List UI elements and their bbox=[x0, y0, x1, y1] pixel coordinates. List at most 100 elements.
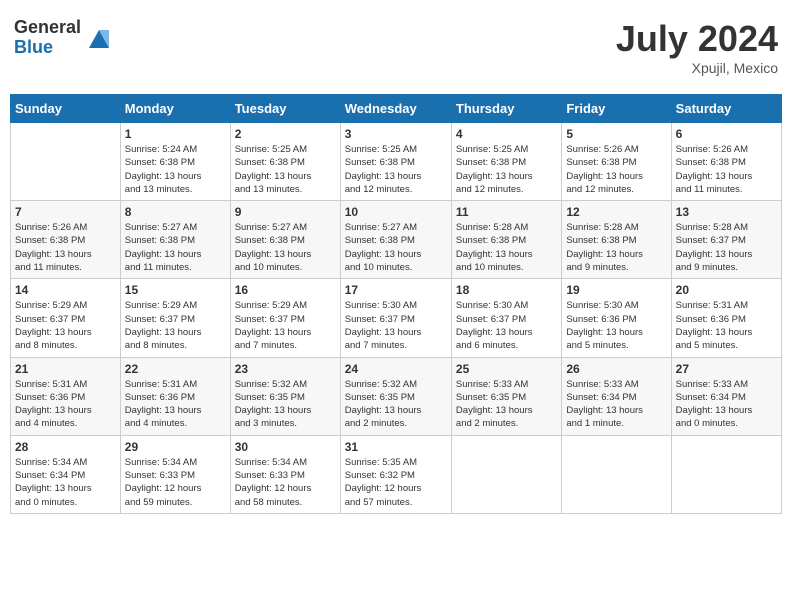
day-number: 3 bbox=[345, 127, 447, 141]
calendar-cell: 7 Sunrise: 5:26 AM Sunset: 6:38 PM Daylig… bbox=[11, 201, 121, 279]
cell-info: Sunrise: 5:27 AM Sunset: 6:38 PM Dayligh… bbox=[125, 221, 226, 274]
calendar-cell: 29 Sunrise: 5:34 AM Sunset: 6:33 PM Dayli… bbox=[120, 435, 230, 513]
day-number: 11 bbox=[456, 205, 557, 219]
calendar-cell: 20Sunrise: 5:31 AM Sunset: 6:36 PM Dayli… bbox=[671, 279, 781, 357]
calendar-cell bbox=[671, 435, 781, 513]
cell-info: Sunrise: 5:33 AM Sunset: 6:34 PM Dayligh… bbox=[566, 378, 666, 431]
title-area: July 2024 Xpujil, Mexico bbox=[616, 18, 778, 76]
calendar-cell: 10 Sunrise: 5:27 AM Sunset: 6:38 PM Dayli… bbox=[340, 201, 451, 279]
calendar-cell: 24Sunrise: 5:32 AM Sunset: 6:35 PM Dayli… bbox=[340, 357, 451, 435]
logo-general-text: General bbox=[14, 18, 81, 38]
calendar-cell: 1 Sunrise: 5:24 AM Sunset: 6:38 PM Daylig… bbox=[120, 123, 230, 201]
calendar-cell: 12 Sunrise: 5:28 AM Sunset: 6:38 PM Dayli… bbox=[562, 201, 671, 279]
calendar-cell: 21 Sunrise: 5:31 AM Sunset: 6:36 PM Dayli… bbox=[11, 357, 121, 435]
calendar-cell: 3 Sunrise: 5:25 AM Sunset: 6:38 PM Daylig… bbox=[340, 123, 451, 201]
col-header-thursday: Thursday bbox=[451, 95, 561, 123]
day-number: 26 bbox=[566, 362, 666, 376]
calendar-cell: 5 Sunrise: 5:26 AM Sunset: 6:38 PM Daylig… bbox=[562, 123, 671, 201]
logo-blue-text: Blue bbox=[14, 38, 81, 58]
calendar-cell bbox=[451, 435, 561, 513]
day-number: 9 bbox=[235, 205, 336, 219]
calendar-table: SundayMondayTuesdayWednesdayThursdayFrid… bbox=[10, 94, 782, 514]
cell-info: Sunrise: 5:24 AM Sunset: 6:38 PM Dayligh… bbox=[125, 143, 226, 196]
location: Xpujil, Mexico bbox=[616, 60, 778, 76]
calendar-week-row: 14 Sunrise: 5:29 AM Sunset: 6:37 PM Dayli… bbox=[11, 279, 782, 357]
calendar-cell: 4Sunrise: 5:25 AM Sunset: 6:38 PM Daylig… bbox=[451, 123, 561, 201]
day-number: 12 bbox=[566, 205, 666, 219]
cell-info: Sunrise: 5:30 AM Sunset: 6:37 PM Dayligh… bbox=[345, 299, 447, 352]
col-header-friday: Friday bbox=[562, 95, 671, 123]
cell-info: Sunrise: 5:26 AM Sunset: 6:38 PM Dayligh… bbox=[15, 221, 116, 274]
day-number: 17 bbox=[345, 283, 447, 297]
calendar-cell: 15 Sunrise: 5:29 AM Sunset: 6:37 PM Dayli… bbox=[120, 279, 230, 357]
col-header-wednesday: Wednesday bbox=[340, 95, 451, 123]
cell-info: Sunrise: 5:35 AM Sunset: 6:32 PM Dayligh… bbox=[345, 456, 447, 509]
col-header-saturday: Saturday bbox=[671, 95, 781, 123]
cell-info: Sunrise: 5:29 AM Sunset: 6:37 PM Dayligh… bbox=[15, 299, 116, 352]
day-number: 5 bbox=[566, 127, 666, 141]
col-header-tuesday: Tuesday bbox=[230, 95, 340, 123]
calendar-cell: 14 Sunrise: 5:29 AM Sunset: 6:37 PM Dayli… bbox=[11, 279, 121, 357]
day-number: 16 bbox=[235, 283, 336, 297]
calendar-cell: 31 Sunrise: 5:35 AM Sunset: 6:32 PM Dayli… bbox=[340, 435, 451, 513]
day-number: 1 bbox=[125, 127, 226, 141]
cell-info: Sunrise: 5:32 AM Sunset: 6:35 PM Dayligh… bbox=[235, 378, 336, 431]
calendar-cell bbox=[11, 123, 121, 201]
day-number: 28 bbox=[15, 440, 116, 454]
cell-info: Sunrise: 5:30 AM Sunset: 6:36 PM Dayligh… bbox=[566, 299, 666, 352]
cell-info: Sunrise: 5:25 AM Sunset: 6:38 PM Dayligh… bbox=[345, 143, 447, 196]
calendar-cell: 16Sunrise: 5:29 AM Sunset: 6:37 PM Dayli… bbox=[230, 279, 340, 357]
cell-info: Sunrise: 5:30 AM Sunset: 6:37 PM Dayligh… bbox=[456, 299, 557, 352]
cell-info: Sunrise: 5:27 AM Sunset: 6:38 PM Dayligh… bbox=[235, 221, 336, 274]
day-number: 10 bbox=[345, 205, 447, 219]
cell-info: Sunrise: 5:28 AM Sunset: 6:37 PM Dayligh… bbox=[676, 221, 777, 274]
day-number: 24 bbox=[345, 362, 447, 376]
cell-info: Sunrise: 5:31 AM Sunset: 6:36 PM Dayligh… bbox=[15, 378, 116, 431]
calendar-week-row: 28 Sunrise: 5:34 AM Sunset: 6:34 PM Dayli… bbox=[11, 435, 782, 513]
cell-info: Sunrise: 5:26 AM Sunset: 6:38 PM Dayligh… bbox=[676, 143, 777, 196]
cell-info: Sunrise: 5:34 AM Sunset: 6:33 PM Dayligh… bbox=[125, 456, 226, 509]
calendar-cell: 9 Sunrise: 5:27 AM Sunset: 6:38 PM Daylig… bbox=[230, 201, 340, 279]
day-number: 14 bbox=[15, 283, 116, 297]
calendar-cell: 19 Sunrise: 5:30 AM Sunset: 6:36 PM Dayli… bbox=[562, 279, 671, 357]
cell-info: Sunrise: 5:26 AM Sunset: 6:38 PM Dayligh… bbox=[566, 143, 666, 196]
day-number: 27 bbox=[676, 362, 777, 376]
calendar-cell: 6 Sunrise: 5:26 AM Sunset: 6:38 PM Daylig… bbox=[671, 123, 781, 201]
calendar-cell: 17 Sunrise: 5:30 AM Sunset: 6:37 PM Dayli… bbox=[340, 279, 451, 357]
calendar-cell: 22 Sunrise: 5:31 AM Sunset: 6:36 PM Dayli… bbox=[120, 357, 230, 435]
month-title: July 2024 bbox=[616, 18, 778, 60]
cell-info: Sunrise: 5:34 AM Sunset: 6:34 PM Dayligh… bbox=[15, 456, 116, 509]
logo: General Blue bbox=[14, 18, 113, 58]
col-header-sunday: Sunday bbox=[11, 95, 121, 123]
day-number: 29 bbox=[125, 440, 226, 454]
cell-info: Sunrise: 5:28 AM Sunset: 6:38 PM Dayligh… bbox=[456, 221, 557, 274]
day-number: 22 bbox=[125, 362, 226, 376]
calendar-week-row: 1 Sunrise: 5:24 AM Sunset: 6:38 PM Daylig… bbox=[11, 123, 782, 201]
day-number: 8 bbox=[125, 205, 226, 219]
cell-info: Sunrise: 5:27 AM Sunset: 6:38 PM Dayligh… bbox=[345, 221, 447, 274]
day-number: 23 bbox=[235, 362, 336, 376]
day-number: 6 bbox=[676, 127, 777, 141]
calendar-cell: 2 Sunrise: 5:25 AM Sunset: 6:38 PM Daylig… bbox=[230, 123, 340, 201]
day-number: 18 bbox=[456, 283, 557, 297]
col-header-monday: Monday bbox=[120, 95, 230, 123]
day-number: 15 bbox=[125, 283, 226, 297]
day-number: 31 bbox=[345, 440, 447, 454]
calendar-cell: 11 Sunrise: 5:28 AM Sunset: 6:38 PM Dayli… bbox=[451, 201, 561, 279]
page-header: General Blue July 2024 Xpujil, Mexico bbox=[10, 10, 782, 84]
cell-info: Sunrise: 5:33 AM Sunset: 6:34 PM Dayligh… bbox=[676, 378, 777, 431]
calendar-cell: 27 Sunrise: 5:33 AM Sunset: 6:34 PM Dayli… bbox=[671, 357, 781, 435]
cell-info: Sunrise: 5:29 AM Sunset: 6:37 PM Dayligh… bbox=[125, 299, 226, 352]
day-number: 19 bbox=[566, 283, 666, 297]
calendar-cell: 8 Sunrise: 5:27 AM Sunset: 6:38 PM Daylig… bbox=[120, 201, 230, 279]
day-number: 2 bbox=[235, 127, 336, 141]
calendar-cell: 18 Sunrise: 5:30 AM Sunset: 6:37 PM Dayli… bbox=[451, 279, 561, 357]
cell-info: Sunrise: 5:25 AM Sunset: 6:38 PM Dayligh… bbox=[235, 143, 336, 196]
cell-info: Sunrise: 5:31 AM Sunset: 6:36 PM Dayligh… bbox=[125, 378, 226, 431]
cell-info: Sunrise: 5:28 AM Sunset: 6:38 PM Dayligh… bbox=[566, 221, 666, 274]
calendar-cell: 23 Sunrise: 5:32 AM Sunset: 6:35 PM Dayli… bbox=[230, 357, 340, 435]
day-number: 20 bbox=[676, 283, 777, 297]
calendar-cell: 13Sunrise: 5:28 AM Sunset: 6:37 PM Dayli… bbox=[671, 201, 781, 279]
day-number: 21 bbox=[15, 362, 116, 376]
day-number: 7 bbox=[15, 205, 116, 219]
